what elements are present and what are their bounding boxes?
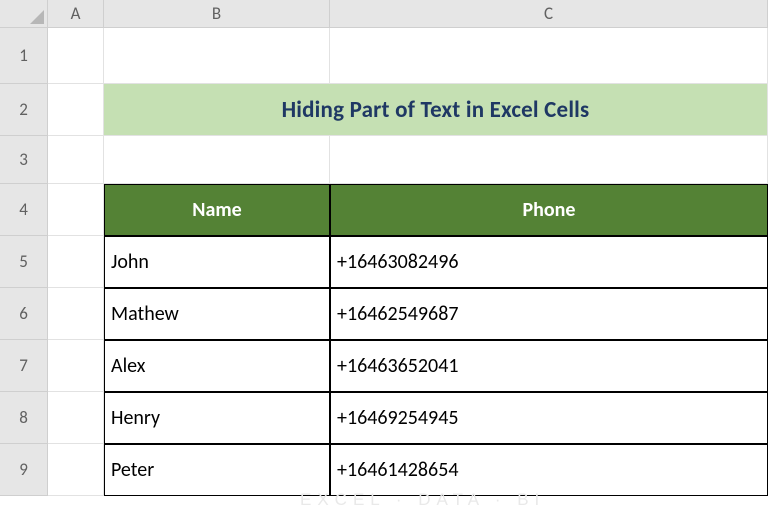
- column-headers: A B C: [48, 0, 768, 28]
- row-header-3[interactable]: 3: [0, 136, 48, 184]
- grid-row: [48, 28, 768, 84]
- spreadsheet: A B C 1 2 3 4 5 6 7 8 9 Hiding Part of T…: [0, 0, 768, 528]
- cell-name[interactable]: John: [104, 236, 330, 288]
- table-row: Alex +16463652041: [48, 340, 768, 392]
- cell-name[interactable]: Mathew: [104, 288, 330, 340]
- cell-phone[interactable]: +16462549687: [330, 288, 768, 340]
- col-header-A[interactable]: A: [48, 0, 104, 28]
- row-header-7[interactable]: 7: [0, 340, 48, 392]
- cell-A3[interactable]: [48, 136, 104, 184]
- table-row: Mathew +16462549687: [48, 288, 768, 340]
- table-row: Henry +16469254945: [48, 392, 768, 444]
- row-header-4[interactable]: 4: [0, 184, 48, 236]
- cell-name[interactable]: Peter: [104, 444, 330, 496]
- row-header-6[interactable]: 6: [0, 288, 48, 340]
- cell-C3[interactable]: [330, 136, 768, 184]
- col-header-C[interactable]: C: [330, 0, 768, 28]
- cell-B1[interactable]: [104, 28, 330, 84]
- col-header-B[interactable]: B: [104, 0, 330, 28]
- grid-row: [48, 136, 768, 184]
- grid-row: Hiding Part of Text in Excel Cells: [48, 84, 768, 136]
- select-all-corner[interactable]: [0, 0, 48, 28]
- table-row: John +16463082496: [48, 236, 768, 288]
- table-header-name[interactable]: Name: [104, 184, 330, 236]
- cell-name[interactable]: Henry: [104, 392, 330, 444]
- grid-row: Name Phone: [48, 184, 768, 236]
- row-header-5[interactable]: 5: [0, 236, 48, 288]
- title-cell[interactable]: Hiding Part of Text in Excel Cells: [104, 84, 768, 136]
- cell-A2[interactable]: [48, 84, 104, 136]
- row-headers: 1 2 3 4 5 6 7 8 9: [0, 28, 48, 496]
- cell-A5[interactable]: [48, 236, 104, 288]
- row-header-1[interactable]: 1: [0, 28, 48, 84]
- cell-phone[interactable]: +16469254945: [330, 392, 768, 444]
- cell-phone[interactable]: +16463652041: [330, 340, 768, 392]
- cell-A1[interactable]: [48, 28, 104, 84]
- row-header-8[interactable]: 8: [0, 392, 48, 444]
- cell-grid: Hiding Part of Text in Excel Cells Name …: [48, 28, 768, 496]
- cell-name[interactable]: Alex: [104, 340, 330, 392]
- row-header-2[interactable]: 2: [0, 84, 48, 136]
- table-header-phone[interactable]: Phone: [330, 184, 768, 236]
- cell-phone[interactable]: +16461428654: [330, 444, 768, 496]
- cell-A6[interactable]: [48, 288, 104, 340]
- cell-A8[interactable]: [48, 392, 104, 444]
- row-header-9[interactable]: 9: [0, 444, 48, 496]
- cell-A9[interactable]: [48, 444, 104, 496]
- table-row: Peter +16461428654: [48, 444, 768, 496]
- cell-B3[interactable]: [104, 136, 330, 184]
- cell-A4[interactable]: [48, 184, 104, 236]
- cell-C1[interactable]: [330, 28, 768, 84]
- cell-phone[interactable]: +16463082496: [330, 236, 768, 288]
- cell-A7[interactable]: [48, 340, 104, 392]
- select-all-triangle-icon: [30, 10, 44, 24]
